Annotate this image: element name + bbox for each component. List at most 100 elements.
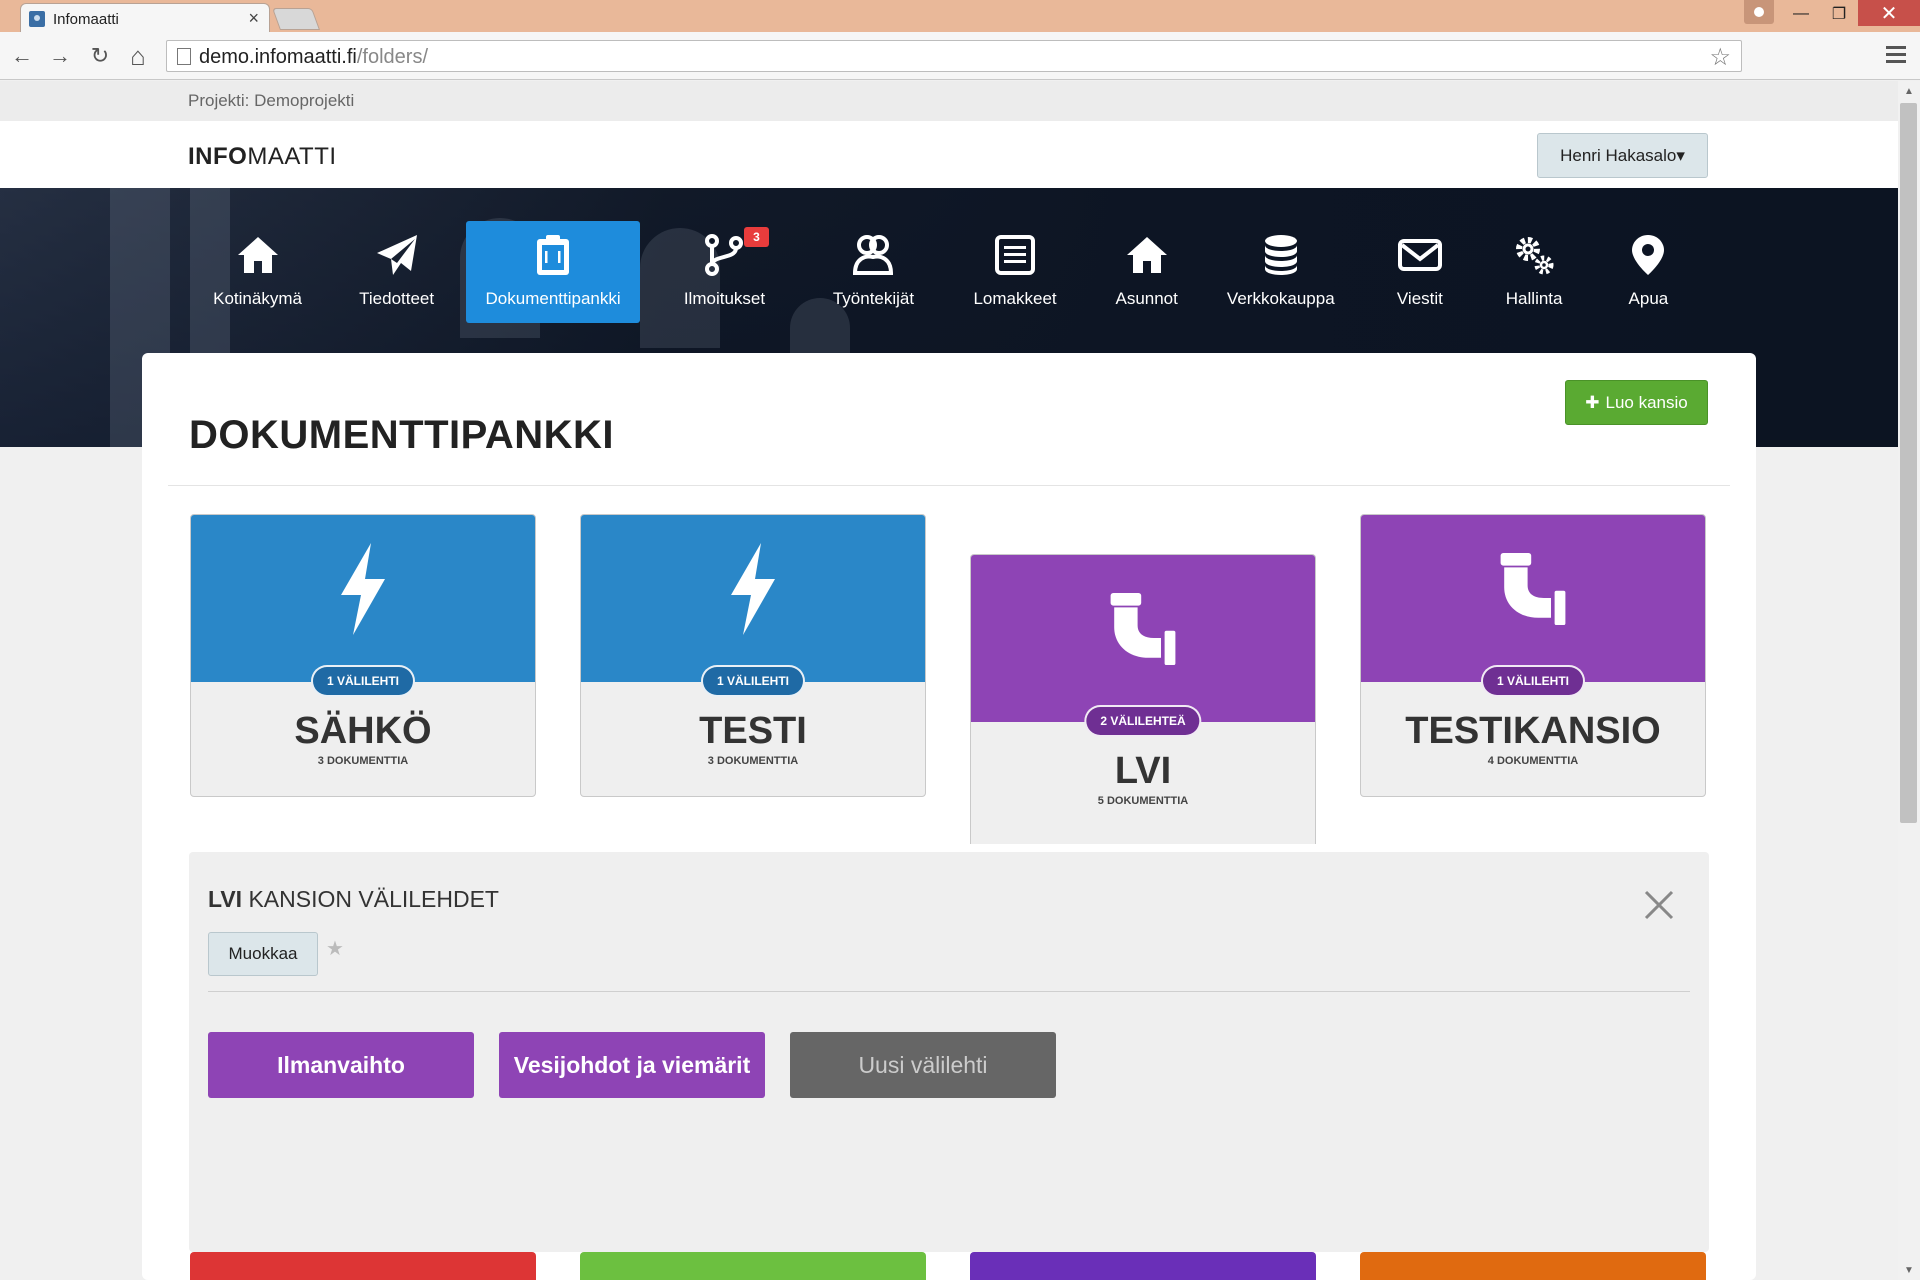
- user-menu-button[interactable]: Henri Hakasalo▾: [1537, 133, 1708, 178]
- title-divider: [168, 485, 1730, 486]
- tabs-count-badge: 1 VÄLILEHTI: [1480, 665, 1586, 697]
- folder-card-peek[interactable]: [1360, 1252, 1706, 1280]
- folder-name: TESTIKANSIO: [1405, 710, 1661, 752]
- folder-name: SÄHKÖ: [294, 710, 432, 752]
- nav-item-ilmoitukset[interactable]: Ilmoitukset 3: [640, 221, 809, 323]
- new-subtab-button[interactable]: Uusi välilehti: [790, 1032, 1056, 1098]
- database-icon: [1264, 235, 1297, 275]
- site-header: INFOMAATTI Henri Hakasalo▾: [0, 121, 1898, 188]
- reload-icon[interactable]: ↻: [84, 40, 116, 72]
- nav-item-apua[interactable]: Apua: [1589, 221, 1708, 323]
- folder-header: [971, 555, 1315, 722]
- bolt-icon: [731, 542, 775, 635]
- folder-card-peek[interactable]: [970, 1252, 1316, 1280]
- browser-titlebar: Infomaatti × — ❐ ✕: [0, 0, 1920, 33]
- browser-menu-icon[interactable]: [1884, 42, 1908, 70]
- nav-label: Hallinta: [1505, 289, 1563, 308]
- main-navbar: Kotinäkymä Tiedotteet Dokumenttipankki I…: [188, 221, 1708, 351]
- window-maximize-button[interactable]: ❐: [1822, 0, 1856, 28]
- notification-badge: 3: [744, 227, 770, 247]
- tab-close-icon[interactable]: ×: [248, 8, 259, 29]
- home-icon[interactable]: ⌂: [122, 40, 154, 72]
- folder-tabs-title: LVI KANSION VÄLILEHDET: [208, 886, 499, 912]
- document-count: 3 DOKUMENTTIA: [707, 755, 799, 767]
- tab-title: Infomaatti: [53, 11, 119, 28]
- window-minimize-button[interactable]: —: [1786, 0, 1816, 28]
- create-folder-button[interactable]: ✚ Luo kansio: [1565, 380, 1708, 425]
- nav-item-tyontekijat[interactable]: Työntekijät: [809, 221, 938, 323]
- nav-item-dokumenttipankki[interactable]: Dokumenttipankki: [466, 221, 641, 323]
- scroll-thumb[interactable]: [1900, 103, 1917, 823]
- nav-label: Lomakkeet: [973, 289, 1057, 308]
- nav-item-asunnot[interactable]: Asunnot: [1092, 221, 1201, 323]
- star-icon[interactable]: ★: [326, 936, 344, 961]
- nav-item-verkkokauppa[interactable]: Verkkokauppa: [1201, 221, 1360, 323]
- map-marker-icon: [1632, 235, 1665, 275]
- browser-tab[interactable]: Infomaatti ×: [20, 3, 270, 33]
- folder-card-peek[interactable]: [580, 1252, 926, 1280]
- nav-item-lomakkeet[interactable]: Lomakkeet: [938, 221, 1092, 323]
- new-tab-button[interactable]: [271, 8, 321, 30]
- users-icon: [853, 235, 894, 275]
- nav-item-tiedotteet[interactable]: Tiedotteet: [327, 221, 466, 323]
- subtab-ilmanvaihto[interactable]: Ilmanvaihto: [208, 1032, 474, 1098]
- document-count: 4 DOKUMENTTIA: [1487, 755, 1579, 767]
- home-icon: [1126, 237, 1167, 273]
- bookmark-star-icon[interactable]: ☆: [1709, 43, 1731, 72]
- folder-card-testi[interactable]: 1 VÄLILEHTI TESTI 3 DOKUMENTTIA: [580, 514, 926, 797]
- folder-header: [1361, 515, 1705, 682]
- project-bar: Projekti: Demoprojekti: [0, 81, 1898, 121]
- tabs-divider: [208, 991, 1690, 992]
- forward-icon[interactable]: →: [44, 40, 76, 72]
- nav-label: Työntekijät: [832, 289, 915, 308]
- envelope-icon: [1397, 239, 1442, 271]
- nav-item-hallinta[interactable]: Hallinta: [1480, 221, 1589, 323]
- nav-label: Asunnot: [1115, 289, 1178, 308]
- address-bar[interactable]: demo.infomaatti.fi/folders/ ☆: [166, 40, 1742, 72]
- paper-plane-icon: [376, 235, 417, 275]
- folder-header: [191, 515, 535, 682]
- page-title: DOKUMENTTIPANKKI: [189, 413, 615, 457]
- plus-icon: ✚: [1585, 392, 1600, 412]
- clipboard-icon: [537, 235, 570, 275]
- pipe-icon: [1500, 552, 1566, 625]
- nav-label: Apua: [1628, 289, 1669, 308]
- nav-label: Dokumenttipankki: [485, 289, 621, 308]
- branch-icon: [705, 234, 744, 276]
- nav-item-kotinakyma[interactable]: Kotinäkymä: [188, 221, 327, 323]
- url-text: demo.infomaatti.fi/folders/: [199, 46, 429, 68]
- page-icon: [177, 48, 191, 65]
- scroll-up-arrow-icon[interactable]: ▲: [1898, 81, 1920, 101]
- nav-label: Verkkokauppa: [1226, 289, 1335, 308]
- list-icon: [995, 235, 1036, 275]
- folder-card-testikansio[interactable]: 1 VÄLILEHTI TESTIKANSIO 4 DOKUMENTTIA: [1360, 514, 1706, 797]
- folder-card-peek[interactable]: [190, 1252, 536, 1280]
- user-profile-icon[interactable]: [1744, 0, 1774, 24]
- page-viewport: Projekti: Demoprojekti INFOMAATTI Henri …: [0, 81, 1898, 1280]
- bolt-icon: [341, 542, 385, 635]
- folder-name: LVI: [1114, 750, 1172, 792]
- window-close-button[interactable]: ✕: [1858, 0, 1920, 26]
- page-scrollbar[interactable]: ▲ ▼: [1898, 81, 1920, 1280]
- nav-label: Viestit: [1396, 289, 1443, 308]
- folder-name: TESTI: [699, 710, 807, 752]
- nav-item-viestit[interactable]: Viestit: [1360, 221, 1479, 323]
- scroll-down-arrow-icon[interactable]: ▼: [1898, 1260, 1920, 1280]
- document-count: 3 DOKUMENTTIA: [317, 755, 409, 767]
- nav-label: Kotinäkymä: [213, 289, 302, 308]
- subtab-vesijohdot[interactable]: Vesijohdot ja viemärit: [499, 1032, 765, 1098]
- close-icon[interactable]: [1642, 888, 1676, 922]
- edit-tabs-button[interactable]: Muokkaa: [208, 932, 318, 976]
- browser-toolbar: ← → ↻ ⌂ demo.infomaatti.fi/folders/ ☆: [0, 32, 1920, 80]
- nav-label: Ilmoitukset: [683, 289, 766, 308]
- folder-card-sahko[interactable]: 1 VÄLILEHTI SÄHKÖ 3 DOKUMENTTIA: [190, 514, 536, 797]
- pipe-icon: [1110, 592, 1176, 665]
- folder-header: [581, 515, 925, 682]
- main-panel: ✚ Luo kansio DOKUMENTTIPANKKI 1 VÄLILEHT…: [142, 353, 1756, 1280]
- create-folder-label: Luo kansio: [1605, 392, 1688, 412]
- folder-card-lvi[interactable]: 2 VÄLILEHTEÄ LVI 5 DOKUMENTTIA: [970, 554, 1316, 844]
- back-icon[interactable]: ←: [6, 40, 38, 72]
- tabs-count-badge: 1 VÄLILEHTI: [700, 665, 806, 697]
- site-logo[interactable]: INFOMAATTI: [188, 143, 337, 171]
- favicon-icon: [29, 11, 45, 27]
